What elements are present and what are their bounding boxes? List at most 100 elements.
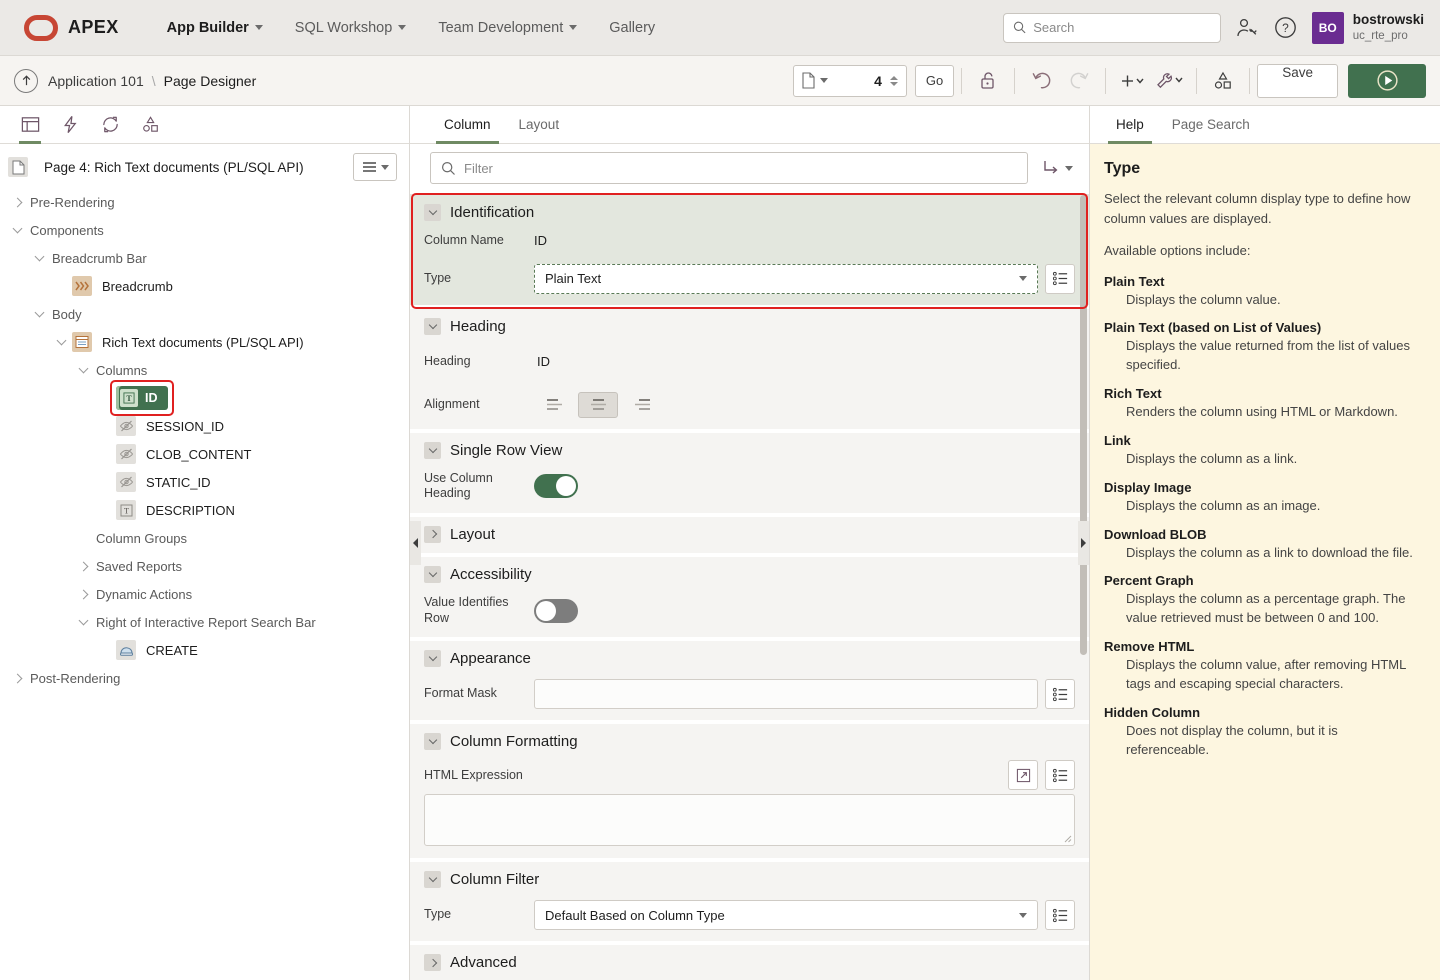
menu-sql-workshop[interactable]: SQL Workshop xyxy=(281,14,421,42)
section-appearance-header[interactable]: Appearance xyxy=(410,641,1089,675)
tree-node-columns[interactable]: Columns xyxy=(0,356,409,384)
chevron-down-icon[interactable] xyxy=(28,256,50,260)
chevron-down-icon[interactable] xyxy=(50,340,72,344)
page-number-stepper[interactable] xyxy=(886,76,902,86)
page-selector[interactable] xyxy=(793,65,907,97)
global-search[interactable] xyxy=(1003,13,1221,43)
tree-node-breadcrumb[interactable]: Breadcrumb xyxy=(0,272,409,300)
stepper-up-icon[interactable] xyxy=(890,76,898,80)
chevron-right-icon[interactable] xyxy=(424,526,441,543)
type-select[interactable]: Plain Text xyxy=(534,264,1038,294)
chevron-down-icon[interactable] xyxy=(820,78,828,83)
tree-node-id[interactable]: TID xyxy=(0,384,409,412)
chevron-right-icon[interactable] xyxy=(72,563,94,570)
section-identification-header[interactable]: Identification xyxy=(410,195,1089,229)
type-lov-button[interactable] xyxy=(1045,264,1075,294)
chevron-right-icon[interactable] xyxy=(72,591,94,598)
tree-node-body[interactable]: Body xyxy=(0,300,409,328)
section-column-filter-header[interactable]: Column Filter xyxy=(410,862,1089,896)
run-button[interactable] xyxy=(1348,64,1426,98)
tab-rendering[interactable] xyxy=(10,106,50,143)
tree-node-components[interactable]: Components xyxy=(0,216,409,244)
chevron-down-icon[interactable] xyxy=(6,228,28,232)
menu-team-development[interactable]: Team Development xyxy=(424,14,591,42)
section-single-row-view-header[interactable]: Single Row View xyxy=(410,433,1089,467)
page-components-button[interactable] xyxy=(1204,64,1242,98)
add-component-button[interactable] xyxy=(1113,64,1151,98)
tree-node-description[interactable]: TDESCRIPTION xyxy=(0,496,409,524)
section-column-formatting-header[interactable]: Column Formatting xyxy=(410,724,1089,758)
breadcrumb-application[interactable]: Application 101 xyxy=(48,73,144,89)
align-center-button[interactable] xyxy=(578,392,618,418)
tab-page-search[interactable]: Page Search xyxy=(1160,106,1262,143)
tree-node-pre-rendering[interactable]: Pre-Rendering xyxy=(0,188,409,216)
chevron-down-icon[interactable] xyxy=(424,204,441,221)
html-expression-textarea[interactable] xyxy=(424,794,1075,846)
section-layout-header[interactable]: Layout xyxy=(410,517,1089,553)
tree-node-create[interactable]: CREATE xyxy=(0,636,409,664)
format-mask-input[interactable] xyxy=(534,679,1038,709)
utilities-button[interactable] xyxy=(1151,64,1189,98)
account-settings-button[interactable] xyxy=(1235,16,1259,40)
heading-input[interactable] xyxy=(534,347,1075,377)
search-input[interactable] xyxy=(1033,20,1211,35)
tab-shared-components[interactable] xyxy=(130,106,170,143)
help-button[interactable]: ? xyxy=(1273,15,1298,40)
chevron-down-icon[interactable] xyxy=(424,871,441,888)
collapse-right-pane-handle[interactable] xyxy=(1078,521,1089,565)
collapse-left-pane-handle[interactable] xyxy=(410,521,421,565)
goto-group-button[interactable] xyxy=(1038,155,1077,181)
lock-page-button[interactable] xyxy=(969,64,1007,98)
tree-node-rich-text-documents-pl-sql-api[interactable]: Rich Text documents (PL/SQL API) xyxy=(0,328,409,356)
user-account[interactable]: BO bostrowski uc_rte_pro xyxy=(1312,12,1424,44)
align-left-button[interactable] xyxy=(534,392,574,418)
tree-node-post-rendering[interactable]: Post-Rendering xyxy=(0,664,409,692)
column-filter-type-select[interactable]: Default Based on Column Type xyxy=(534,900,1038,930)
stepper-down-icon[interactable] xyxy=(890,82,898,86)
navigate-up-button[interactable] xyxy=(14,69,38,93)
html-expression-expand-button[interactable] xyxy=(1008,760,1038,790)
property-list[interactable]: Identification Column Name ID Type Plain… xyxy=(410,195,1089,980)
tab-help[interactable]: Help xyxy=(1104,106,1156,143)
chevron-right-icon[interactable] xyxy=(6,199,28,206)
chevron-down-icon[interactable] xyxy=(28,312,50,316)
chevron-down-icon[interactable] xyxy=(424,566,441,583)
filter-input[interactable] xyxy=(464,161,1017,176)
go-button[interactable]: Go xyxy=(915,65,954,97)
undo-button[interactable] xyxy=(1022,64,1060,98)
tree-node-right-of-interactive-report-search-bar[interactable]: Right of Interactive Report Search Bar xyxy=(0,608,409,636)
chevron-right-icon[interactable] xyxy=(6,675,28,682)
chevron-down-icon[interactable] xyxy=(72,368,94,372)
chevron-down-icon[interactable] xyxy=(424,733,441,750)
save-button[interactable]: Save xyxy=(1257,64,1338,98)
section-accessibility-header[interactable]: Accessibility xyxy=(410,557,1089,591)
tree-node-column-groups[interactable]: Column Groups xyxy=(0,524,409,552)
chevron-down-icon[interactable] xyxy=(424,442,441,459)
chevron-down-icon[interactable] xyxy=(424,650,441,667)
chevron-down-icon[interactable] xyxy=(72,620,94,624)
tree-node-static-id[interactable]: STATIC_ID xyxy=(0,468,409,496)
align-right-button[interactable] xyxy=(622,392,662,418)
section-heading-header[interactable]: Heading xyxy=(410,309,1089,343)
tree-menu-button[interactable] xyxy=(353,153,397,181)
html-expression-lov-button[interactable] xyxy=(1045,760,1075,790)
tree-node-breadcrumb-bar[interactable]: Breadcrumb Bar xyxy=(0,244,409,272)
format-mask-lov-button[interactable] xyxy=(1045,679,1075,709)
property-filter[interactable] xyxy=(430,152,1028,184)
chevron-down-icon[interactable] xyxy=(424,318,441,335)
tab-column[interactable]: Column xyxy=(432,106,503,143)
tab-dynamic-actions[interactable] xyxy=(50,106,90,143)
page-number-input[interactable] xyxy=(832,73,882,89)
use-column-heading-toggle[interactable] xyxy=(534,474,578,498)
tab-layout[interactable]: Layout xyxy=(507,106,572,143)
section-advanced-header[interactable]: Advanced xyxy=(410,945,1089,980)
tab-processing[interactable] xyxy=(90,106,130,143)
apex-logo[interactable]: APEX xyxy=(24,15,119,41)
tree-node-id-selected[interactable]: TID xyxy=(116,386,168,410)
menu-gallery[interactable]: Gallery xyxy=(595,14,669,42)
redo-button[interactable] xyxy=(1060,64,1098,98)
tree-node-saved-reports[interactable]: Saved Reports xyxy=(0,552,409,580)
tree-node-dynamic-actions[interactable]: Dynamic Actions xyxy=(0,580,409,608)
tree-node-session-id[interactable]: SESSION_ID xyxy=(0,412,409,440)
menu-app-builder[interactable]: App Builder xyxy=(153,14,277,42)
